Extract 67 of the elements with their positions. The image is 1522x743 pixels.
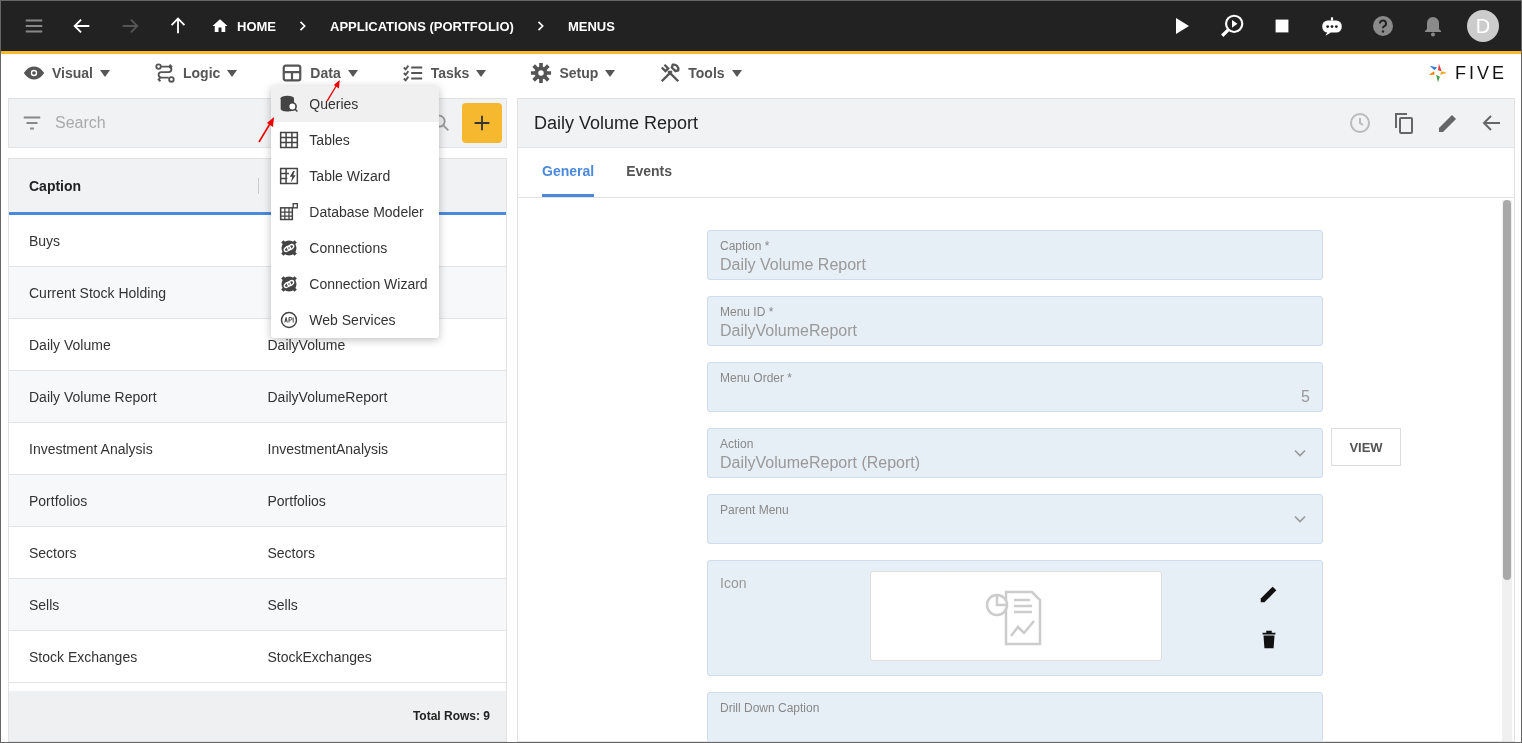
modeler-icon bbox=[279, 202, 300, 222]
table-cell-text: Sells bbox=[29, 596, 61, 613]
table-icon bbox=[279, 130, 300, 150]
logo-text: FIVE bbox=[1455, 62, 1507, 84]
field-label: Icon bbox=[720, 574, 748, 591]
breadcrumb-link[interactable]: HOME bbox=[211, 17, 276, 35]
connection-icon bbox=[279, 274, 300, 294]
caret-icon bbox=[227, 68, 238, 78]
total-rows-label: Total Rows: 9 bbox=[412, 709, 490, 723]
tab[interactable]: General bbox=[542, 148, 595, 197]
pinwheel-logo-icon bbox=[1427, 62, 1449, 84]
grid-icon bbox=[281, 62, 304, 84]
settings-icon bbox=[530, 62, 553, 84]
table-cell-text: Sectors bbox=[267, 544, 316, 561]
checklist-icon bbox=[401, 62, 424, 84]
breadcrumb-link[interactable]: MENUS bbox=[567, 18, 615, 34]
copy-icon[interactable] bbox=[1392, 111, 1416, 135]
table-cell-text: Portfolios bbox=[267, 492, 327, 509]
magnifier-play-icon[interactable] bbox=[1219, 13, 1245, 39]
flow-icon bbox=[154, 62, 176, 84]
menu-item[interactable]: Web Services bbox=[271, 302, 440, 338]
annotation-arrow bbox=[258, 117, 274, 143]
connection-icon bbox=[279, 238, 300, 258]
toolbar-menu-button[interactable]: Tasks bbox=[399, 60, 489, 86]
table-cell-text: Sectors bbox=[29, 544, 78, 561]
tab[interactable]: Events bbox=[626, 148, 673, 197]
table-cell-text: InvestmentAnalysis bbox=[267, 440, 390, 457]
menu-item[interactable]: Database Modeler bbox=[271, 194, 440, 230]
home-icon bbox=[211, 17, 229, 35]
table-cell-text: StockExchanges bbox=[267, 648, 373, 665]
api-icon bbox=[279, 310, 300, 330]
table-cell-text: Current Stock Holding bbox=[29, 284, 167, 301]
add-button[interactable] bbox=[462, 103, 502, 143]
breadcrumb-link[interactable]: APPLICATIONS (PORTFOLIO) bbox=[330, 18, 514, 34]
caret-icon bbox=[731, 68, 742, 78]
caret-icon bbox=[347, 68, 358, 78]
table-wizard-icon bbox=[279, 166, 300, 186]
table-cell-text: Stock Exchanges bbox=[29, 648, 139, 665]
menu-item[interactable]: Queries bbox=[271, 86, 440, 122]
table-cell-text: Investment Analysis bbox=[29, 440, 154, 457]
table-cell-text: Daily Volume bbox=[29, 336, 112, 353]
toolbar-menu-button[interactable]: Tools bbox=[657, 60, 744, 86]
form-title: Daily Volume Report bbox=[534, 112, 699, 134]
tools-icon bbox=[659, 62, 682, 84]
toolbar-menu-button[interactable]: Visual bbox=[21, 60, 112, 86]
menu-item[interactable]: Connections bbox=[271, 230, 440, 266]
help-icon[interactable] bbox=[1371, 14, 1395, 38]
chevron-icon bbox=[535, 20, 546, 32]
menu-item[interactable]: Table Wizard bbox=[271, 158, 440, 194]
table-cell-text: DailyVolume bbox=[267, 336, 347, 353]
caret-icon bbox=[476, 68, 487, 78]
chevron-icon bbox=[298, 20, 308, 32]
caret-icon bbox=[605, 68, 616, 78]
caret-icon bbox=[100, 68, 110, 78]
table-cell-text: Daily Volume Report bbox=[29, 388, 158, 405]
toolbar-menu-button[interactable]: Logic bbox=[152, 60, 240, 86]
column-header[interactable]: Caption bbox=[29, 177, 259, 194]
view-button[interactable]: VIEW bbox=[1331, 428, 1401, 466]
table-cell-text: Buys bbox=[29, 232, 62, 249]
table-cell-text: DailyVolumeReport bbox=[267, 388, 389, 405]
table-cell-text: Sells bbox=[267, 596, 299, 613]
toolbar-menu-button[interactable]: Data bbox=[279, 60, 360, 86]
scrollbar[interactable] bbox=[1502, 200, 1512, 741]
table-cell-text: Portfolios bbox=[29, 492, 89, 509]
database-icon bbox=[279, 94, 300, 114]
menu-item[interactable]: Connection Wizard bbox=[271, 266, 440, 302]
toolbar-menu-button[interactable]: Setup bbox=[528, 60, 618, 86]
